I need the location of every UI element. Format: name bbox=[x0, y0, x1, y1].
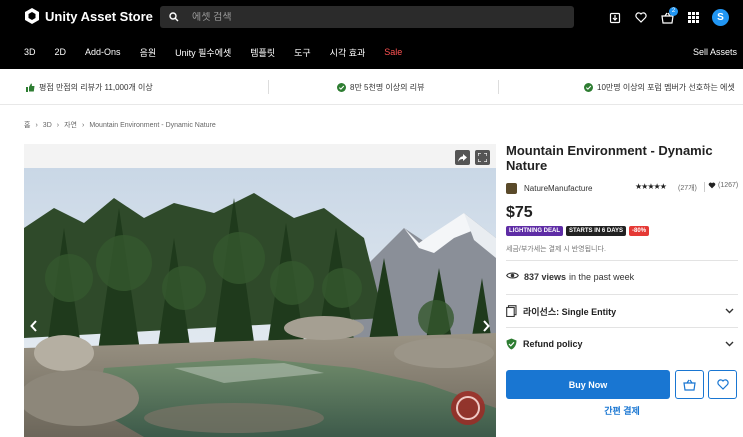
breadcrumb-nature[interactable]: 자연 bbox=[64, 120, 77, 130]
chevron-down-icon bbox=[725, 339, 734, 349]
search-icon bbox=[160, 12, 188, 22]
check-circle-icon bbox=[337, 83, 346, 92]
trust-strip: 평점 만점의 리뷰가 11,000개 이상 8만 5천명 이상의 리뷰 10만명… bbox=[0, 69, 743, 105]
quick-pay-link[interactable]: 간편 결제 bbox=[506, 404, 738, 417]
breadcrumb: 홈 › 3D › 자연 › Mountain Environment - Dyn… bbox=[24, 120, 221, 130]
heart-icon[interactable] bbox=[628, 5, 654, 31]
trust-item-reviews-text: 평점 만점의 리뷰가 11,000개 이상 bbox=[39, 83, 153, 92]
eye-icon bbox=[506, 271, 519, 282]
add-to-cart-button[interactable] bbox=[675, 370, 704, 399]
nav-item-essentials[interactable]: Unity 필수에셋 bbox=[175, 46, 231, 59]
discount-badge: -80% bbox=[629, 226, 650, 236]
apps-grid-icon[interactable] bbox=[680, 5, 706, 31]
thumbs-up-icon bbox=[26, 83, 35, 92]
divider bbox=[506, 294, 738, 295]
favorites-count-text: (1267) bbox=[718, 182, 739, 189]
nav-item-vfx[interactable]: 시각 효과 bbox=[330, 46, 366, 59]
tax-note: 세금/부가세는 결제 시 반영됩니다. bbox=[506, 246, 606, 253]
header-actions: 2 S bbox=[602, 0, 743, 35]
publisher-logo bbox=[506, 182, 517, 194]
nav-item-3d[interactable]: 3D bbox=[24, 47, 36, 57]
gallery-tools bbox=[450, 150, 490, 165]
license-accordion[interactable]: 라이선스: Single Entity bbox=[506, 302, 738, 320]
nav-item-add-ons[interactable]: Add-Ons bbox=[85, 47, 121, 57]
divider bbox=[506, 327, 738, 328]
divider bbox=[704, 182, 705, 192]
breadcrumb-separator: › bbox=[81, 121, 85, 129]
fullscreen-icon[interactable] bbox=[475, 150, 490, 165]
nav-item-2d[interactable]: 2D bbox=[55, 47, 67, 57]
rating-stars: ★★★★★ bbox=[635, 182, 667, 191]
heart-icon bbox=[708, 182, 716, 189]
starts-in-badge: STARTS IN 6 DAYS bbox=[566, 226, 627, 236]
views-row: 837 views in the past week bbox=[506, 271, 634, 282]
gallery-next-arrow[interactable] bbox=[478, 318, 494, 334]
download-icon[interactable] bbox=[602, 5, 628, 31]
trust-item-forum-text: 10만명 이상의 포럼 멤버가 선호하는 에셋 bbox=[597, 83, 735, 92]
top-bar: Unity Asset Store 2 S bbox=[0, 0, 743, 35]
refund-label: Refund policy bbox=[523, 339, 583, 349]
chevron-down-icon bbox=[725, 306, 734, 316]
refund-accordion[interactable]: Refund policy bbox=[506, 335, 738, 353]
heart-icon bbox=[716, 379, 729, 390]
nav-item-sale[interactable]: Sale bbox=[384, 47, 402, 57]
nav-item-tools[interactable]: 도구 bbox=[294, 46, 311, 59]
nav-item-audio[interactable]: 음원 bbox=[140, 46, 157, 59]
breadcrumb-current: Mountain Environment - Dynamic Nature bbox=[89, 121, 216, 129]
unity-cube-icon bbox=[25, 8, 39, 24]
breadcrumb-separator: › bbox=[56, 121, 60, 129]
nav-item-templates[interactable]: 템플릿 bbox=[250, 46, 275, 59]
views-count: 837 views bbox=[524, 271, 567, 282]
license-icon bbox=[506, 305, 517, 317]
trust-item-forum: 10만명 이상의 포럼 멤버가 선호하는 에셋 bbox=[584, 82, 735, 93]
cart-icon[interactable]: 2 bbox=[654, 5, 680, 31]
price: $75 bbox=[506, 204, 533, 221]
trust-item-users-text: 8만 5천명 이상의 리뷰 bbox=[350, 83, 425, 92]
sell-assets-link[interactable]: Sell Assets bbox=[693, 47, 737, 57]
share-icon[interactable] bbox=[455, 150, 470, 165]
publisher-row: NatureManufacture ★★★★★ (27개) (1267) bbox=[506, 181, 738, 195]
buy-now-button[interactable]: Buy Now bbox=[506, 370, 670, 399]
hero-image[interactable] bbox=[24, 168, 496, 437]
breadcrumb-3d[interactable]: 3D bbox=[43, 122, 52, 129]
strip-divider bbox=[268, 80, 269, 94]
check-circle-icon bbox=[584, 83, 593, 92]
lightning-deal-badge: LIGHTNING DEAL bbox=[506, 226, 563, 236]
views-suffix: in the past week bbox=[569, 271, 635, 282]
unity-logo[interactable]: Unity Asset Store bbox=[24, 7, 153, 25]
trust-item-users: 8만 5천명 이상의 리뷰 bbox=[337, 82, 424, 93]
add-to-wishlist-button[interactable] bbox=[708, 370, 737, 399]
deal-badges: LIGHTNING DEAL STARTS IN 6 DAYS -80% bbox=[506, 226, 652, 236]
avatar[interactable]: S bbox=[712, 9, 729, 26]
rating-count[interactable]: (27개) bbox=[678, 183, 697, 193]
logo-text: Unity Asset Store bbox=[45, 8, 153, 24]
product-title: Mountain Environment - Dynamic Nature bbox=[506, 143, 713, 173]
divider bbox=[506, 260, 738, 261]
media-gallery bbox=[24, 144, 496, 437]
strip-divider bbox=[498, 80, 499, 94]
category-nav: 3D 2D Add-Ons 음원 Unity 필수에셋 템플릿 도구 시각 효과… bbox=[0, 35, 743, 69]
shield-check-icon bbox=[506, 338, 517, 350]
search-input[interactable] bbox=[192, 11, 562, 23]
cart-icon bbox=[683, 379, 696, 391]
favorites-count: (1267) bbox=[708, 182, 738, 189]
breadcrumb-home[interactable]: 홈 bbox=[24, 120, 30, 130]
trust-item-reviews: 평점 만점의 리뷰가 11,000개 이상 bbox=[26, 82, 153, 93]
cart-count-badge: 2 bbox=[669, 6, 678, 16]
breadcrumb-separator: › bbox=[35, 121, 38, 129]
license-label: 라이선스: Single Entity bbox=[523, 306, 617, 317]
search-bar[interactable] bbox=[160, 6, 574, 28]
publisher-name[interactable]: NatureManufacture bbox=[524, 184, 592, 193]
gallery-prev-arrow[interactable] bbox=[26, 318, 42, 334]
